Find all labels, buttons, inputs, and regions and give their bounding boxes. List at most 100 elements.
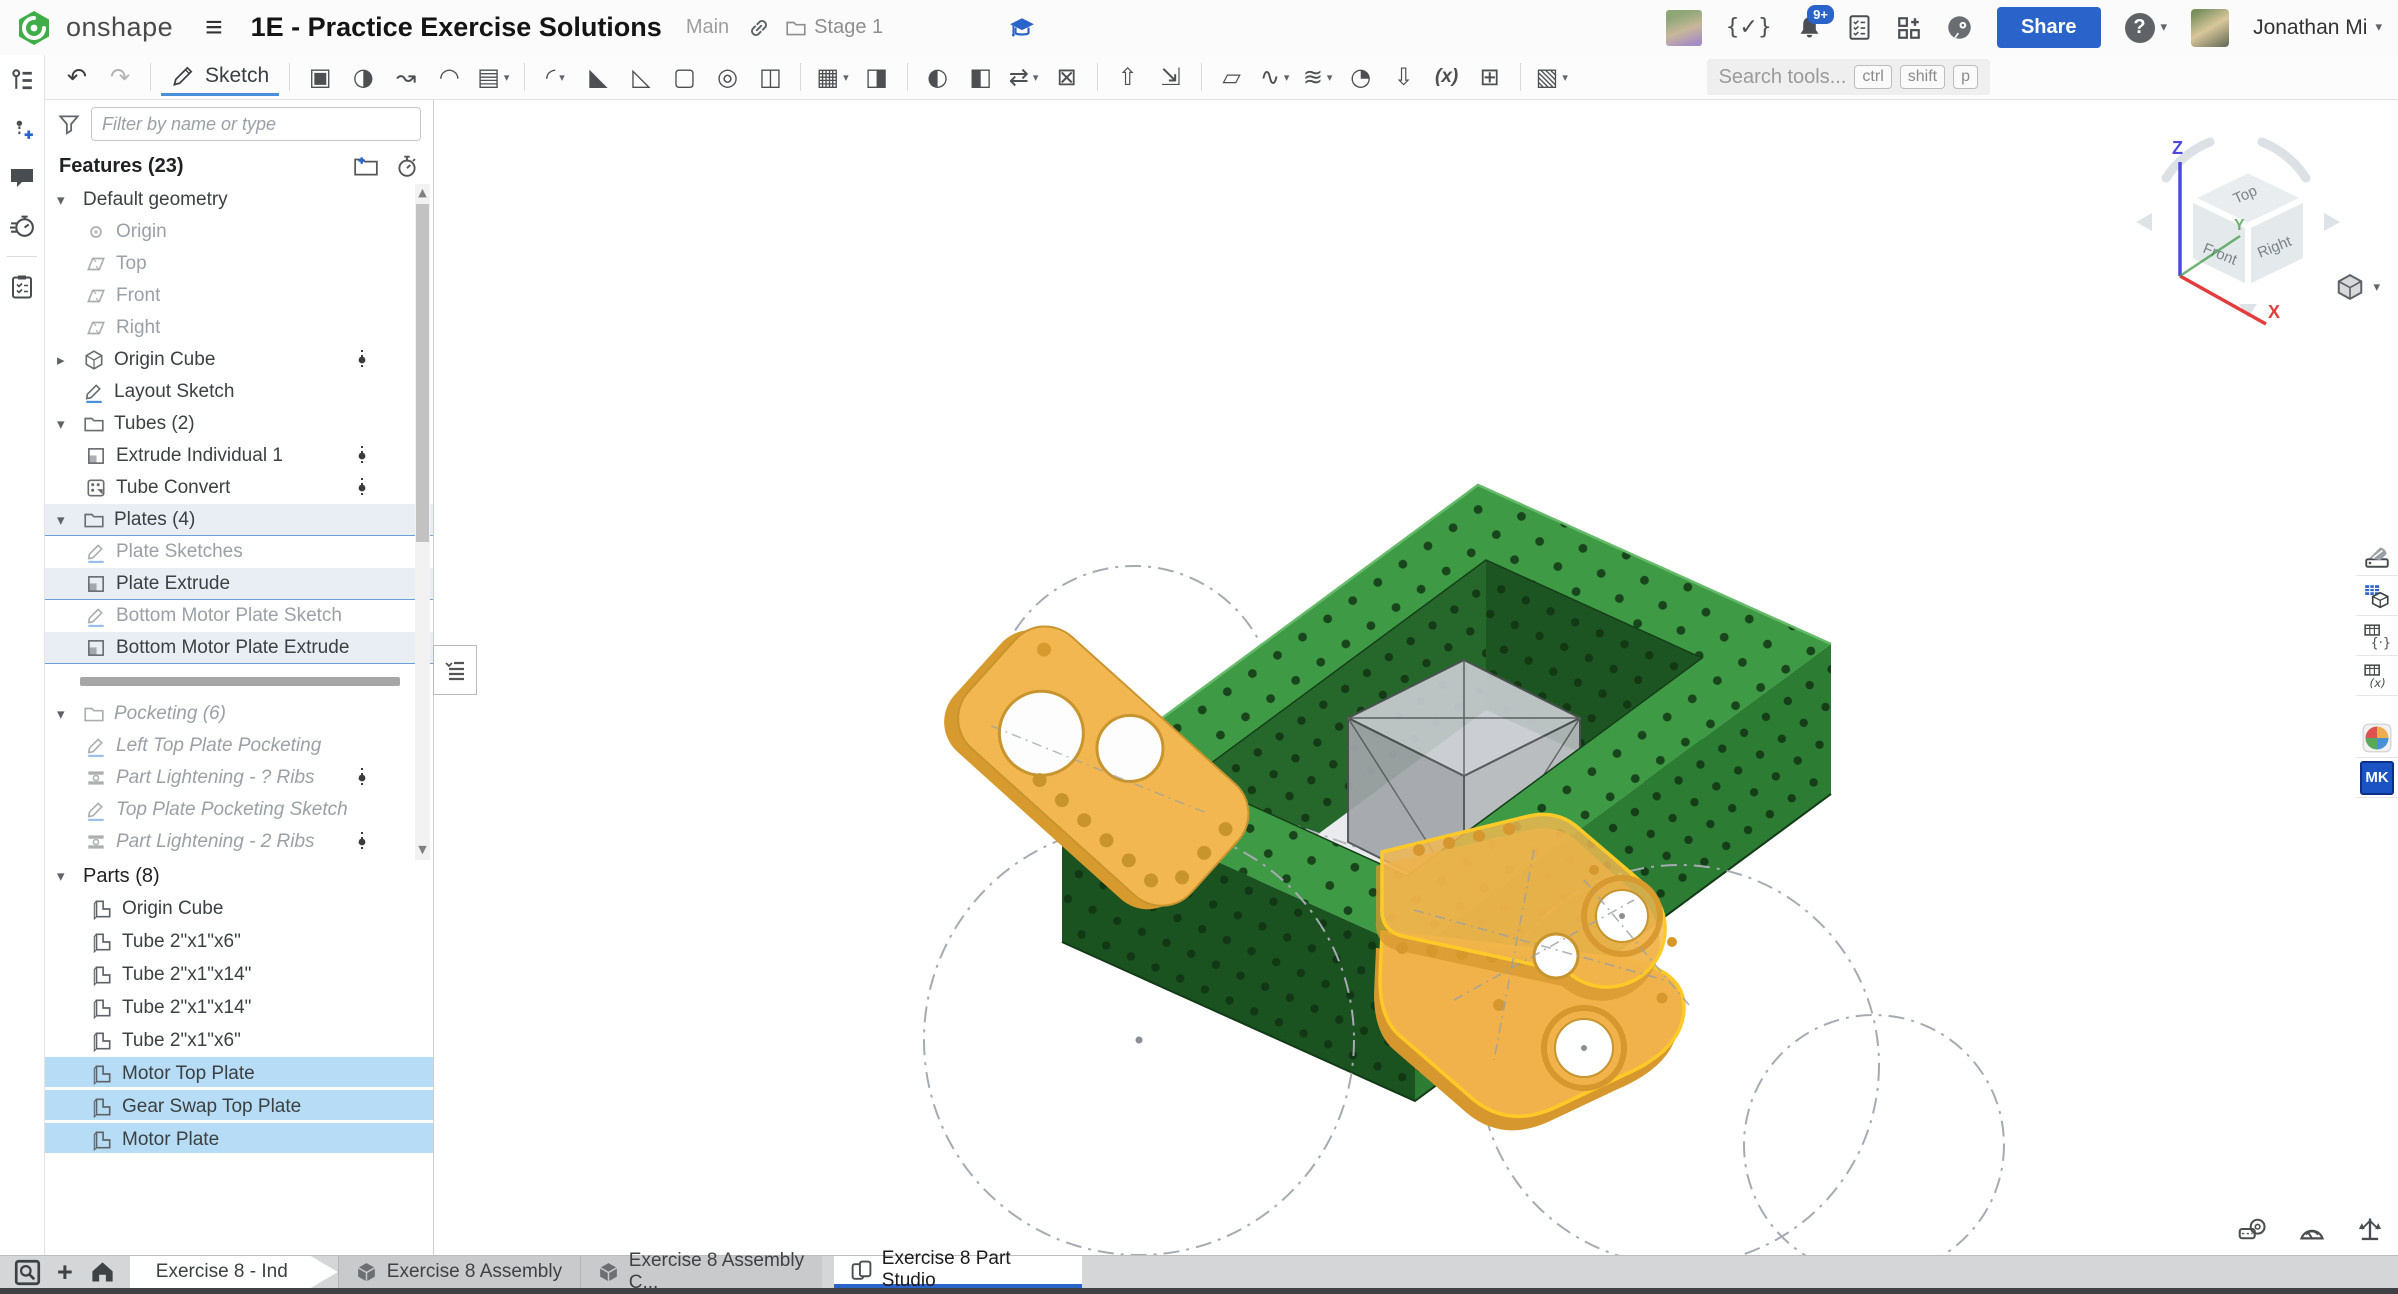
part-row[interactable]: Motor Plate bbox=[45, 1123, 433, 1156]
apps-button[interactable] bbox=[1896, 15, 1922, 41]
rollback-bar[interactable] bbox=[80, 677, 400, 686]
feature-row[interactable]: Top Plate Pocketing Sketch bbox=[45, 794, 433, 826]
feature-row[interactable]: Bottom Motor Plate Sketch bbox=[45, 600, 433, 632]
part-row[interactable]: Origin Cube bbox=[45, 892, 433, 925]
chevron-down-icon[interactable]: ▾ bbox=[57, 867, 83, 885]
home-tab-icon[interactable] bbox=[89, 1259, 116, 1286]
partial-ellipse-button[interactable]: ◔ bbox=[1341, 58, 1381, 96]
feature-row[interactable]: ▾Plates (4) bbox=[45, 504, 433, 536]
draft-button[interactable]: ◺ bbox=[621, 58, 661, 96]
tab-exercise-8-assembly[interactable]: Exercise 8 Assembly bbox=[338, 1256, 580, 1288]
chevron-down-icon[interactable]: ▾ bbox=[57, 511, 83, 529]
new-tab-button[interactable]: + bbox=[57, 1259, 73, 1286]
tasks-button[interactable] bbox=[1847, 14, 1872, 41]
chevron-right-icon[interactable]: ▸ bbox=[57, 351, 83, 369]
linear-pattern-button[interactable]: ▦▾ bbox=[811, 58, 853, 96]
collapse-panel-handle[interactable] bbox=[433, 645, 477, 695]
part-row[interactable]: Tube 2"x1"x6" bbox=[45, 1024, 433, 1057]
3d-model-scene[interactable] bbox=[434, 100, 2398, 1255]
notifications-button[interactable]: 9+ bbox=[1796, 14, 1823, 41]
appearance-panel-icon[interactable] bbox=[2356, 536, 2398, 576]
filter-funnel-icon[interactable] bbox=[57, 112, 81, 136]
part-row[interactable]: Tube 2"x1"x6" bbox=[45, 925, 433, 958]
transform-button[interactable]: ⇄▾ bbox=[1004, 58, 1044, 96]
helix-button[interactable]: ≋▾ bbox=[1298, 58, 1338, 96]
onshape-logo-icon[interactable] bbox=[16, 10, 52, 46]
part-row[interactable]: Motor Top Plate bbox=[45, 1057, 433, 1090]
extrude-button[interactable]: ▣ bbox=[300, 58, 340, 96]
education-badge-icon[interactable] bbox=[1009, 16, 1035, 40]
chevron-down-icon[interactable]: ▾ bbox=[57, 191, 83, 209]
variable-button[interactable]: (x) bbox=[1427, 58, 1467, 96]
user-avatar[interactable] bbox=[2191, 9, 2229, 47]
collaborator-avatar[interactable] bbox=[1666, 10, 1702, 46]
move-face-button[interactable]: ⇲ bbox=[1151, 58, 1191, 96]
feature-row[interactable]: Plate Extrude bbox=[45, 568, 433, 600]
scroll-down-icon[interactable]: ▼ bbox=[415, 843, 430, 856]
mk-app-icon[interactable]: MK bbox=[2356, 758, 2398, 798]
fit-spline-button[interactable]: ∿▾ bbox=[1255, 58, 1295, 96]
feature-row[interactable]: Origin bbox=[45, 216, 433, 248]
suppress-slider-icon[interactable] bbox=[355, 444, 369, 468]
feature-list-icon[interactable] bbox=[9, 67, 36, 94]
boolean-button[interactable]: ◐ bbox=[918, 58, 958, 96]
history-icon[interactable] bbox=[9, 213, 36, 240]
scrollbar-thumb[interactable] bbox=[416, 204, 429, 542]
scroll-up-icon[interactable]: ▲ bbox=[415, 186, 430, 199]
feature-row[interactable]: Part Lightening - 2 Ribs bbox=[45, 826, 433, 858]
feature-row[interactable]: Top bbox=[45, 248, 433, 280]
variable-table-icon[interactable] bbox=[2356, 656, 2398, 696]
learning-center-button[interactable] bbox=[1946, 14, 1973, 41]
feature-row[interactable]: Part Lightening - ? Ribs bbox=[45, 762, 433, 794]
chamfer-button[interactable]: ◣ bbox=[578, 58, 618, 96]
version-breadcrumb[interactable]: Stage 1 bbox=[785, 16, 883, 39]
plane-button[interactable]: ▱ bbox=[1212, 58, 1252, 96]
loft-button[interactable]: ◠ bbox=[429, 58, 469, 96]
sweep-button[interactable]: ↝ bbox=[386, 58, 426, 96]
feature-row[interactable]: Plate Sketches bbox=[45, 536, 433, 568]
feature-filter-input[interactable] bbox=[91, 107, 421, 141]
assembly-pattern-button[interactable]: ⊞ bbox=[1470, 58, 1510, 96]
copy-link-icon[interactable] bbox=[747, 16, 771, 40]
main-menu-button[interactable]: ≡ bbox=[205, 13, 223, 43]
view-options-button[interactable]: ▾ bbox=[2335, 272, 2380, 302]
feature-row[interactable]: Tube Convert bbox=[45, 472, 433, 504]
rib-button[interactable]: ◫ bbox=[750, 58, 790, 96]
suppress-slider-icon[interactable] bbox=[355, 766, 369, 790]
bom-table-icon[interactable] bbox=[2356, 576, 2398, 616]
part-row[interactable]: Tube 2"x1"x14" bbox=[45, 958, 433, 991]
offset-surface-button[interactable]: ⇧ bbox=[1108, 58, 1148, 96]
add-folder-icon[interactable] bbox=[353, 154, 379, 178]
follow-checklist-icon[interactable] bbox=[9, 273, 35, 300]
redo-button[interactable]: ↷ bbox=[100, 58, 140, 96]
suppress-slider-icon[interactable] bbox=[355, 830, 369, 854]
fillet-button[interactable]: ◜▾ bbox=[535, 58, 575, 96]
find-in-document-icon[interactable] bbox=[14, 1259, 41, 1286]
mirror-button[interactable]: ◨ bbox=[857, 58, 897, 96]
color-app-icon[interactable] bbox=[2356, 718, 2398, 758]
part-row[interactable]: Tube 2"x1"x14" bbox=[45, 991, 433, 1024]
shell-button[interactable]: ▢ bbox=[664, 58, 704, 96]
feature-row[interactable]: ▾Default geometry bbox=[45, 184, 433, 216]
feature-row[interactable]: ▾Pocketing (6) bbox=[45, 698, 433, 730]
chevron-down-icon[interactable]: ▾ bbox=[57, 705, 83, 723]
suppress-slider-icon[interactable] bbox=[355, 348, 369, 372]
mass-properties-icon[interactable] bbox=[2356, 1216, 2384, 1242]
feature-row[interactable]: ▾Tubes (2) bbox=[45, 408, 433, 440]
share-button[interactable]: Share bbox=[1997, 7, 2101, 48]
tab-exercise-8-part-studio[interactable]: Exercise 8 Part Studio bbox=[834, 1256, 1082, 1288]
revolve-button[interactable]: ◑ bbox=[343, 58, 383, 96]
configuration-table-icon[interactable] bbox=[2356, 616, 2398, 656]
view-cube[interactable]: Top Front Right Z X Y bbox=[2118, 118, 2354, 334]
graphics-viewport[interactable]: Top Front Right Z X Y ▾ MK bbox=[434, 100, 2398, 1255]
user-menu-button[interactable]: Jonathan Mi ▾ bbox=[2253, 16, 2382, 40]
undo-button[interactable]: ↶ bbox=[57, 58, 97, 96]
angle-measure-icon[interactable] bbox=[2298, 1216, 2326, 1242]
tree-scrollbar[interactable]: ▲ ▼ bbox=[415, 184, 430, 860]
feature-row[interactable]: ▸Origin Cube bbox=[45, 344, 433, 376]
feature-script-check-icon[interactable]: {✓} bbox=[1726, 15, 1772, 40]
thicken-button[interactable]: ▤▾ bbox=[472, 58, 514, 96]
feature-row[interactable]: Layout Sketch bbox=[45, 376, 433, 408]
split-button[interactable]: ◧ bbox=[961, 58, 1001, 96]
hole-button[interactable]: ◎ bbox=[707, 58, 747, 96]
